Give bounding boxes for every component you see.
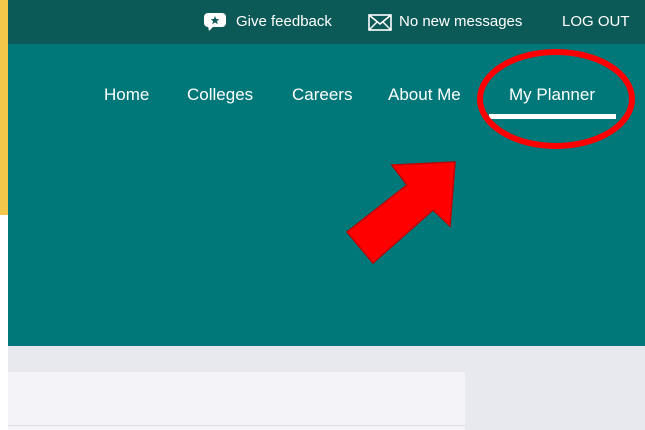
card-divider bbox=[8, 425, 465, 426]
nav-item-about-me[interactable]: About Me bbox=[388, 85, 461, 105]
yellow-accent-strip bbox=[0, 0, 8, 215]
nav-item-careers[interactable]: Careers bbox=[292, 85, 352, 105]
nav-item-my-planner[interactable]: My Planner bbox=[509, 85, 595, 105]
left-margin bbox=[0, 215, 8, 430]
messages-link[interactable]: No new messages bbox=[399, 13, 522, 31]
content-card bbox=[8, 372, 465, 430]
give-feedback-link[interactable]: Give feedback bbox=[236, 13, 332, 31]
nav-item-colleges[interactable]: Colleges bbox=[187, 85, 253, 105]
feedback-icon[interactable] bbox=[203, 12, 227, 32]
envelope-icon[interactable] bbox=[368, 14, 392, 31]
active-tab-underline bbox=[489, 114, 616, 119]
nav-item-home[interactable]: Home bbox=[104, 85, 149, 105]
logout-link[interactable]: LOG OUT bbox=[562, 13, 630, 31]
